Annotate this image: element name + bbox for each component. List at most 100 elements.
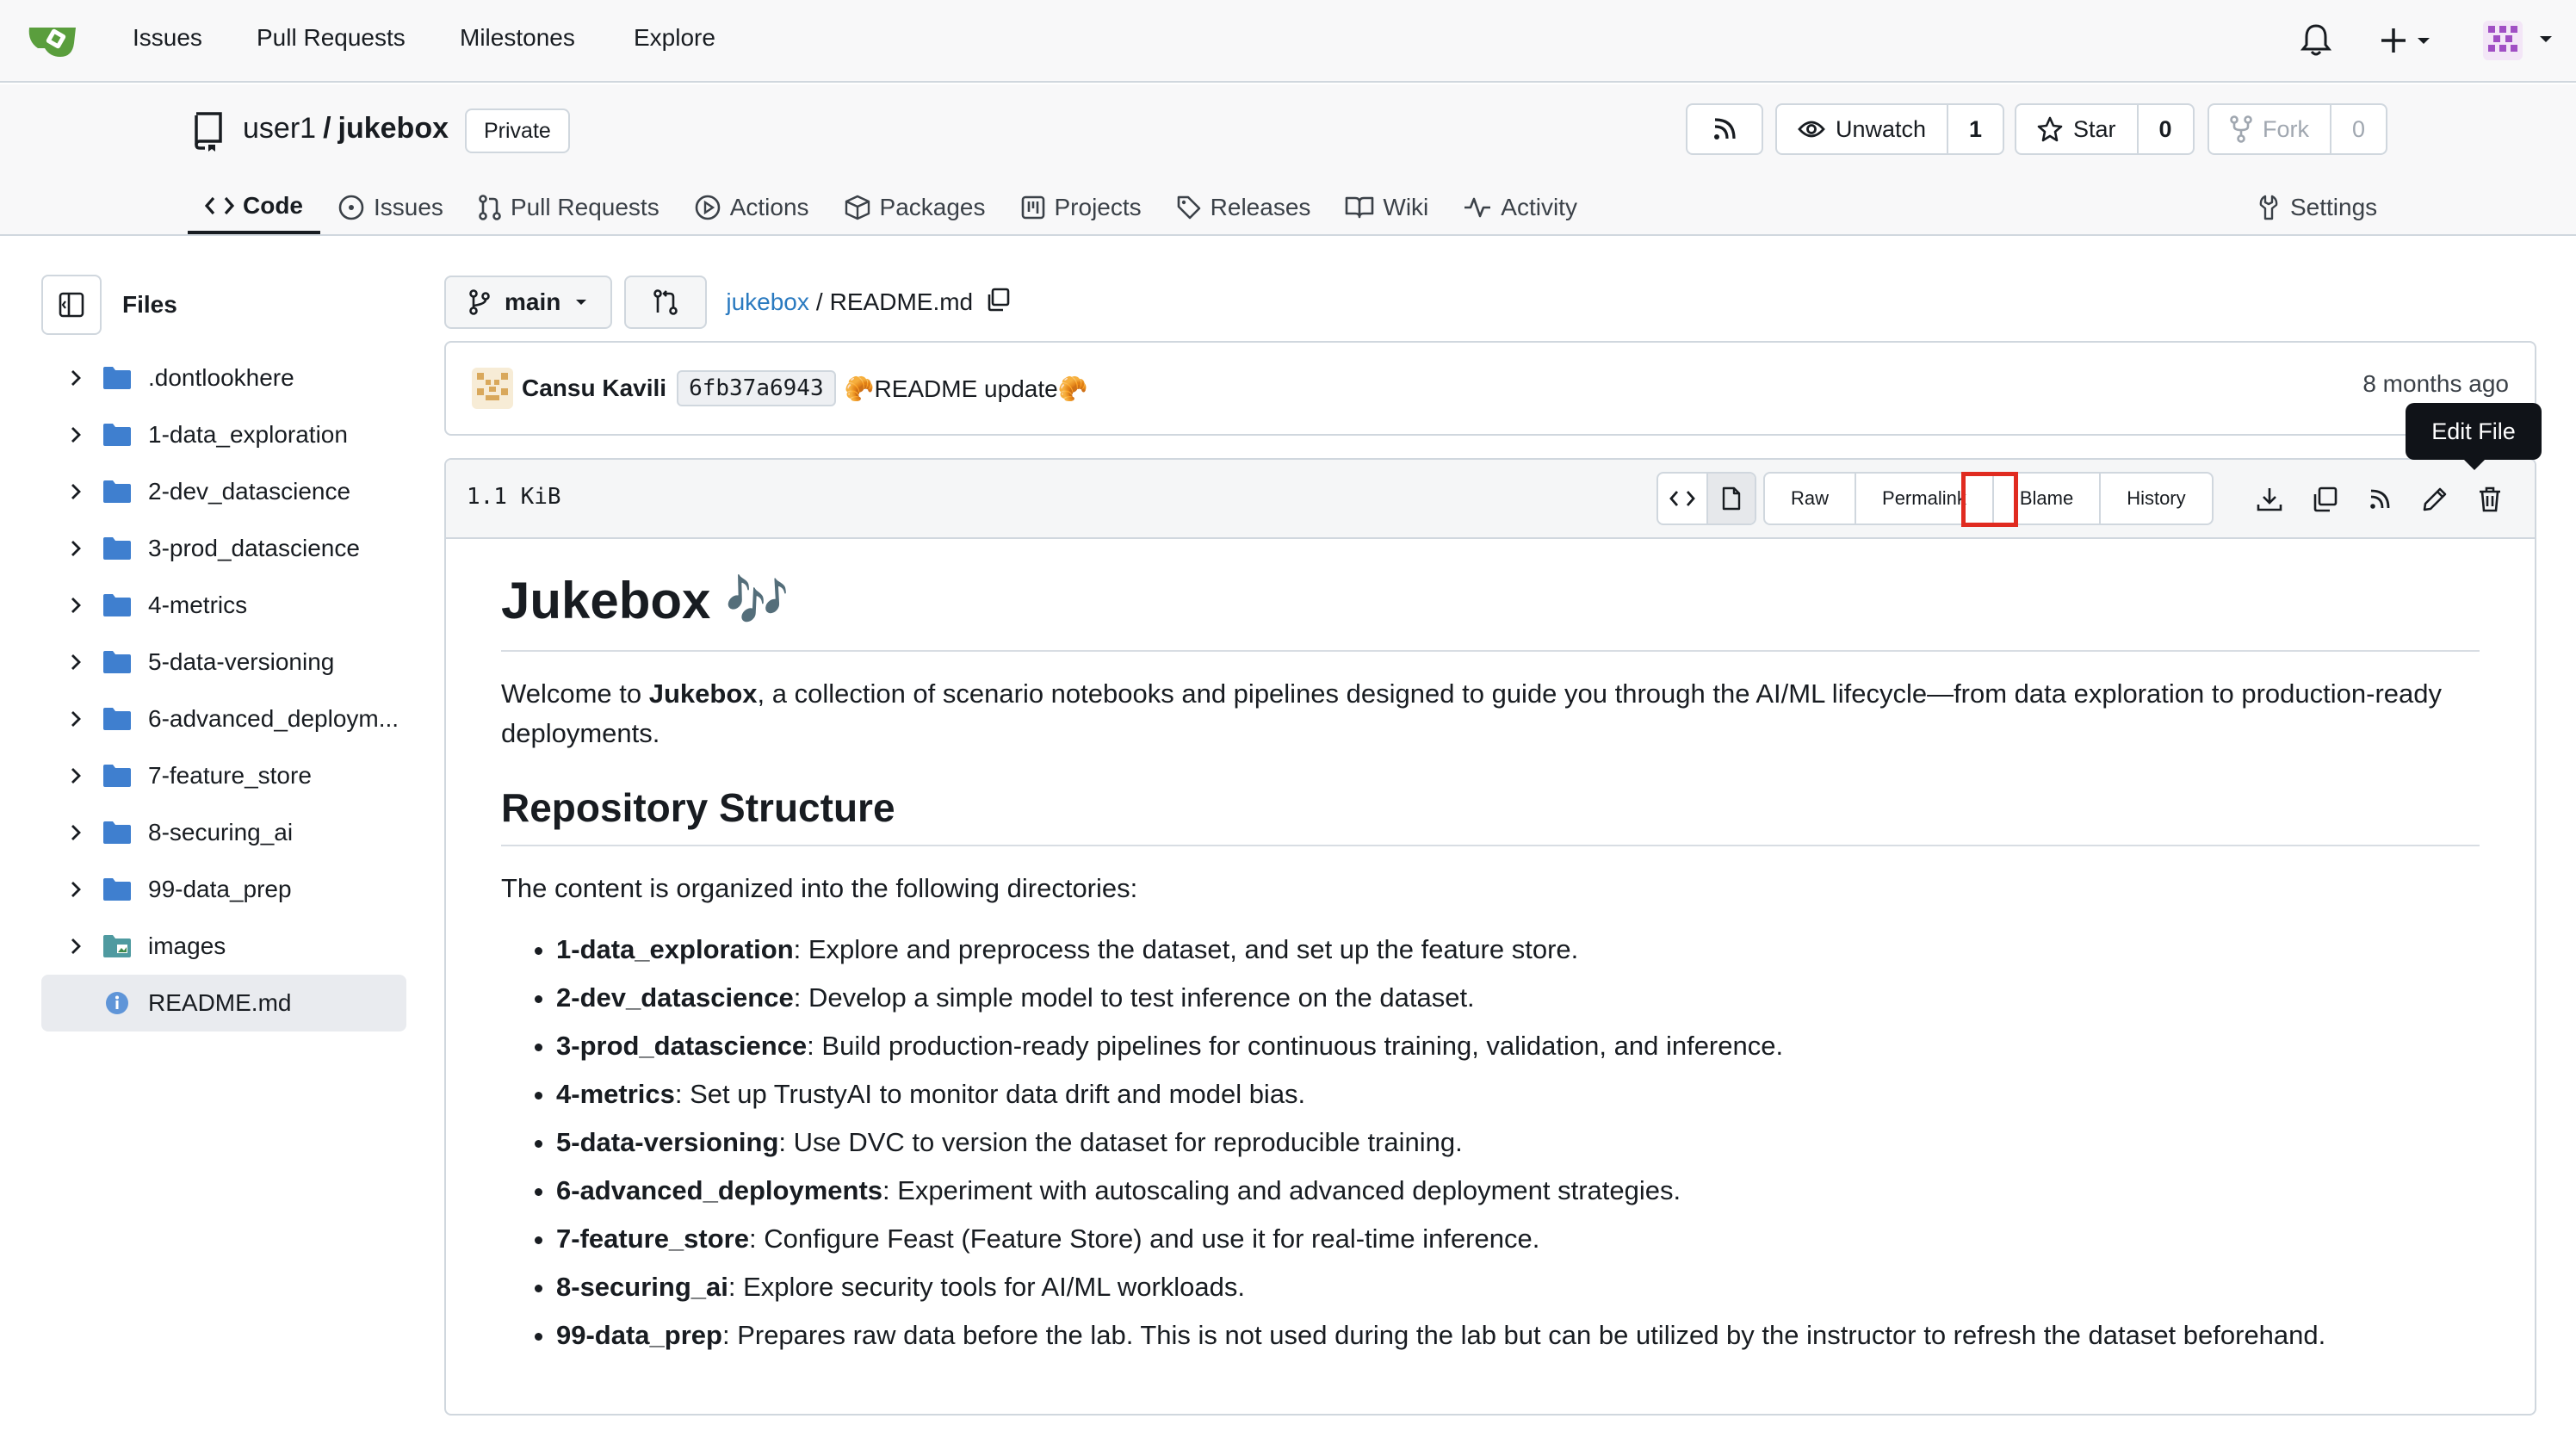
chevron-right-icon[interactable] [59,709,93,728]
package-icon [845,195,870,220]
file-tree: .dontlookhere 1-data_exploration 2-dev_dat… [41,350,406,1031]
tree-item[interactable]: images [41,918,406,975]
top-navbar: Issues Pull Requests Milestones Explore [0,0,2576,83]
trash-icon[interactable] [2469,479,2511,520]
code-icon [1669,491,1695,506]
view-toggle [1656,472,1756,525]
chevron-right-icon[interactable] [59,596,93,615]
commit-message[interactable]: 🥐README update🥐 [845,375,1088,403]
source-view-button[interactable] [1658,474,1706,523]
folder-icon [102,480,133,504]
plus-icon[interactable] [2380,26,2437,61]
commit-author-avatar[interactable] [472,368,513,409]
repo-owner-link[interactable]: user1 [243,112,316,146]
chevron-right-icon[interactable] [59,369,93,387]
tree-item[interactable]: README.md [41,975,406,1031]
sidebar-toggle-button[interactable] [41,275,102,335]
tab-code-label: Code [243,192,303,219]
chevron-right-icon[interactable] [59,937,93,956]
rss-feed-icon[interactable] [2359,479,2400,520]
tab-issues[interactable]: Issues [320,181,461,234]
copy-content-icon[interactable] [2304,479,2345,520]
tree-item[interactable]: 1-data_exploration [41,406,406,463]
tab-packages[interactable]: Packages [827,181,1003,234]
user-avatar[interactable] [2481,19,2555,68]
tab-actions[interactable]: Actions [677,181,827,234]
fork-button[interactable]: Fork [2209,105,2331,153]
tree-item[interactable]: 7-feature_store [41,747,406,804]
tab-settings[interactable]: Settings [2239,181,2394,234]
repo-name-link[interactable]: jukebox [338,112,449,146]
caret-down-icon [576,300,587,305]
branch-selector[interactable]: main [444,276,613,329]
fork-label: Fork [2263,115,2309,142]
unwatch-button[interactable]: Unwatch [1777,105,1949,153]
readme-section-text: The content is organized into the follow… [501,873,1138,903]
tree-item[interactable]: 3-prod_datascience [41,520,406,577]
tree-item[interactable]: 2-dev_datascience [41,463,406,520]
chevron-right-icon[interactable] [59,539,93,558]
nav-pull-requests[interactable]: Pull Requests [257,24,406,52]
chevron-right-icon[interactable] [59,880,93,899]
watch-count[interactable]: 1 [1948,105,2003,153]
eye-icon [1798,121,1825,138]
chevron-right-icon[interactable] [59,482,93,501]
tree-item[interactable]: 5-data-versioning [41,634,406,691]
file-icon [1722,486,1741,511]
commit-author[interactable]: Cansu Kavili [522,375,666,402]
tab-releases-label: Releases [1210,194,1311,220]
rendered-view-button[interactable] [1706,474,1755,523]
edit-pencil-icon[interactable] [2414,479,2455,520]
star-button[interactable]: Star [2016,105,2139,153]
latest-commit-bar: Cansu Kavili 6fb37a6943 🥐README update🥐 … [444,341,2536,436]
directory-name: 5-data-versioning [556,1127,779,1157]
folder-icon [102,707,133,731]
bell-icon[interactable] [2300,22,2332,63]
rss-button[interactable] [1686,103,1763,155]
tab-pull-requests[interactable]: Pull Requests [461,181,677,234]
tree-item[interactable]: 4-metrics [41,577,406,634]
fork-count[interactable]: 0 [2331,105,2386,153]
tree-item[interactable]: 8-securing_ai [41,804,406,861]
info-icon [102,990,133,1016]
tab-releases[interactable]: Releases [1159,181,1328,234]
directory-description: : Develop a simple model to test inferen… [793,982,1475,1013]
breadcrumb-file: README.md [829,288,974,315]
chevron-right-icon[interactable] [59,766,93,785]
directory-description: : Experiment with autoscaling and advanc… [882,1175,1681,1205]
gitea-logo-icon[interactable] [26,19,79,62]
tab-projects[interactable]: Projects [1003,181,1159,234]
files-title: Files [122,291,177,318]
readme-content: Jukebox 🎶 Welcome to Jukebox, a collecti… [446,539,2535,1360]
download-icon[interactable] [2249,479,2290,520]
tab-wiki-label: Wiki [1383,194,1429,220]
history-button[interactable]: History [2101,474,2211,523]
nav-issues[interactable]: Issues [133,24,202,52]
readme-section-heading: Repository Structure [501,784,2480,846]
tree-item[interactable]: .dontlookhere [41,350,406,406]
nav-explore[interactable]: Explore [634,24,715,52]
directory-name: 6-advanced_deployments [556,1175,883,1205]
readme-list-item: 4-metrics: Set up TrustyAI to monitor da… [556,1070,2480,1118]
commit-sha[interactable]: 6fb37a6943 [677,370,836,406]
nav-milestones[interactable]: Milestones [460,24,575,52]
copy-path-icon[interactable] [985,287,1011,319]
chevron-right-icon[interactable] [59,425,93,444]
tab-code[interactable]: Code [188,181,320,234]
tree-item[interactable]: 99-data_prep [41,861,406,918]
readme-list-item: 6-advanced_deployments: Experiment with … [556,1167,2480,1215]
chevron-right-icon[interactable] [59,653,93,672]
readme-list-item: 99-data_prep: Prepares raw data before t… [556,1311,2480,1360]
compare-button[interactable] [624,276,708,329]
tree-item[interactable]: 6-advanced_deploym... [41,691,406,747]
tab-wiki[interactable]: Wiki [1328,181,1446,234]
readme-list-item: 3-prod_datascience: Build production-rea… [556,1022,2480,1070]
tree-item-label: 8-securing_ai [148,819,294,846]
branch-icon [469,289,490,315]
sidebar-collapse-icon [59,292,84,318]
breadcrumb-repo-link[interactable]: jukebox [726,288,809,316]
star-count[interactable]: 0 [2139,105,2193,153]
chevron-right-icon[interactable] [59,823,93,842]
tab-activity[interactable]: Activity [1446,181,1595,234]
raw-button[interactable]: Raw [1765,474,1857,523]
